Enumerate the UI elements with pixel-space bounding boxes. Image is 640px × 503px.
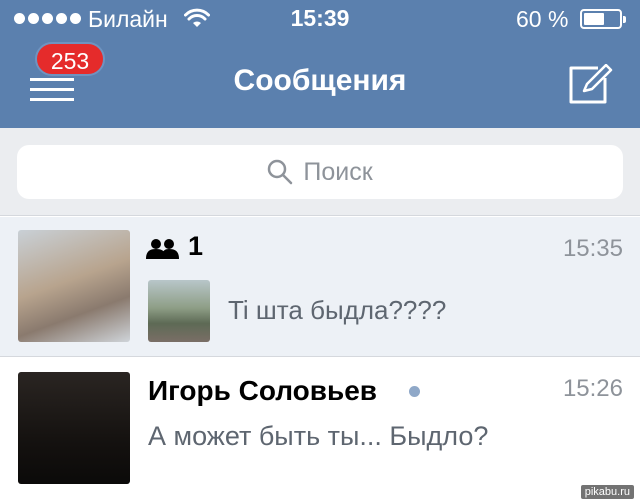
search-placeholder: Поиск [303,157,373,186]
battery-icon [580,9,626,29]
avatar [18,372,130,484]
battery-percentage: 60 % [516,6,569,32]
dialog-time: 15:35 [562,235,623,262]
top-bar: Билайн 15:39 60 % 253 Сообщения [0,0,640,128]
dialog-last-message: Ti шта быдла???? [228,295,447,325]
group-member-count: 1 [188,231,204,261]
compose-icon[interactable] [568,64,614,104]
avatar [18,230,130,342]
search-bar: Поиск [0,128,640,216]
watermark: pikabu.ru [580,485,634,499]
dialog-name: Игорь Соловьев [148,375,377,406]
dialog-time: 15:26 [562,375,623,402]
status-bar: Билайн 15:39 60 % [0,0,640,38]
group-chat-icon [146,239,179,259]
dialog-item-group[interactable]: 1 15:35 Ti шта быдла???? [0,217,640,357]
page-title: Сообщения [233,64,407,97]
dialog-last-message: А может быть ты... Быдло? [148,421,489,451]
online-indicator-icon [409,386,420,397]
search-icon [268,159,293,185]
sender-avatar [148,280,210,342]
search-input[interactable]: Поиск [17,145,623,199]
dialog-item-user[interactable]: Игорь Соловьев 15:26 А может быть ты... … [0,358,640,503]
